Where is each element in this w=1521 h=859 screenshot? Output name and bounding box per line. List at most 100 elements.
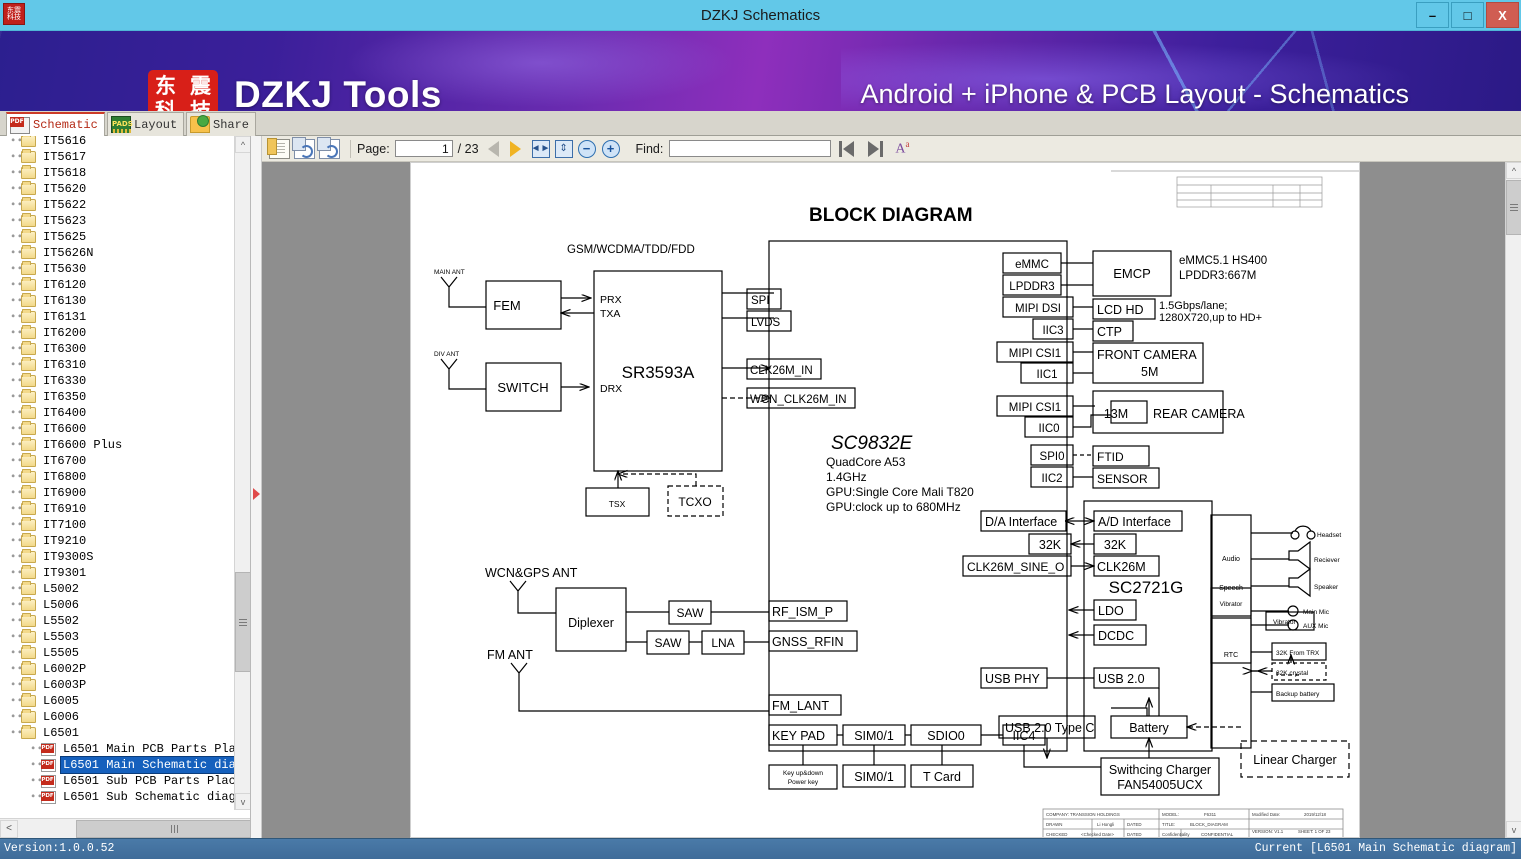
tree-folder-label: L6501 bbox=[43, 726, 80, 740]
tree-folder-it5620[interactable]: ∙∙∙ IT5620 bbox=[0, 181, 235, 197]
match-case-icon[interactable]: Aa bbox=[895, 139, 909, 158]
scroll-left-icon[interactable]: < bbox=[0, 819, 18, 838]
scroll-down-icon[interactable]: v bbox=[235, 793, 250, 810]
tree-folder-label: IT6910 bbox=[43, 502, 87, 516]
tree-folder-it9300s[interactable]: ∙∙∙ IT9300S bbox=[0, 549, 235, 565]
tree-folder-l6006[interactable]: ∙∙∙ L6006 bbox=[0, 709, 235, 725]
tree-folder-it6310[interactable]: ∙∙∙ IT6310 bbox=[0, 357, 235, 373]
next-page-arrow[interactable] bbox=[509, 140, 521, 157]
note-keypad-1: Key up&down bbox=[783, 770, 823, 777]
sidebar-hscroll-track[interactable] bbox=[18, 819, 250, 838]
tree-folder-it6910[interactable]: ∙∙∙ IT6910 bbox=[0, 501, 235, 517]
tree-folder-it5630[interactable]: ∙∙∙ IT5630 bbox=[0, 261, 235, 277]
pin-drx: DRX bbox=[600, 383, 622, 395]
title-block: COMPANY: TRANSSION HOLDINGS DRAWN Li Hon… bbox=[1042, 808, 1344, 837]
mode-tab-schematic[interactable]: Schematic bbox=[6, 112, 105, 136]
zoom-out-button[interactable]: − bbox=[577, 139, 596, 158]
tree-folder-l5503[interactable]: ∙∙∙ L5503 bbox=[0, 629, 235, 645]
tree-folder-it6120[interactable]: ∙∙∙ IT6120 bbox=[0, 277, 235, 293]
tree-file-item[interactable]: ∙∙∙ L6501 Main PCB Parts Placement bbox=[0, 741, 235, 757]
sidebar-horizontal-scrollbar[interactable]: < > bbox=[0, 818, 250, 838]
tree-folder-it5618[interactable]: ∙∙∙ IT5618 bbox=[0, 165, 235, 181]
mode-tab-layout[interactable]: Layout bbox=[107, 112, 185, 136]
tree-folder-l6005[interactable]: ∙∙∙ L6005 bbox=[0, 693, 235, 709]
pdf-scroll-down-icon[interactable]: v bbox=[1506, 821, 1521, 838]
tree-folder-it6200[interactable]: ∙∙∙ IT6200 bbox=[0, 325, 235, 341]
tree-folder-label: IT5623 bbox=[43, 214, 87, 228]
find-input[interactable] bbox=[669, 140, 832, 157]
page-input[interactable] bbox=[394, 140, 453, 157]
tree-folder-it5625[interactable]: ∙∙∙ IT5625 bbox=[0, 229, 235, 245]
tree-connector: ∙∙∙ bbox=[10, 501, 30, 517]
tree-folder-it9301[interactable]: ∙∙∙ IT9301 bbox=[0, 565, 235, 581]
block-emcp: EMCP bbox=[1113, 266, 1151, 281]
tree-folder-it6330[interactable]: ∙∙∙ IT6330 bbox=[0, 373, 235, 389]
file-tree[interactable]: ∙∙∙ IT5616 ∙∙∙ IT5617 ∙∙∙ IT5618 ∙∙∙ IT5620 ∙∙∙ I… bbox=[0, 136, 235, 807]
tree-folder-it6600-plus[interactable]: ∙∙∙ IT6600 Plus bbox=[0, 437, 235, 453]
mode-tab-share[interactable]: Share bbox=[186, 112, 257, 136]
pdf-toolbar: Page: / 23 ◄► ⇕ − + Find: Aa bbox=[262, 136, 1521, 162]
pdf-view-area[interactable]: BLOCK DIAGRAM GSM/WCDMA/TDD/FDD MAIN ANT… bbox=[262, 162, 1521, 838]
extract-page-icon[interactable] bbox=[292, 136, 315, 159]
tree-file-item[interactable]: ∙∙∙ L6501 Sub Schematic diagram bbox=[0, 789, 235, 805]
tree-folder-l5002[interactable]: ∙∙∙ L5002 bbox=[0, 581, 235, 597]
tree-folder-it7100[interactable]: ∙∙∙ IT7100 bbox=[0, 517, 235, 533]
close-button[interactable]: X bbox=[1486, 2, 1519, 28]
pdf-vertical-scrollbar[interactable]: ^ v bbox=[1505, 162, 1521, 838]
tree-folder-it9210[interactable]: ∙∙∙ IT9210 bbox=[0, 533, 235, 549]
tree-folder-label: L5502 bbox=[43, 614, 80, 628]
minimize-button[interactable]: – bbox=[1416, 2, 1449, 28]
tree-folder-l5505[interactable]: ∙∙∙ L5505 bbox=[0, 645, 235, 661]
tree-folder-it6350[interactable]: ∙∙∙ IT6350 bbox=[0, 389, 235, 405]
folder-icon bbox=[21, 309, 36, 323]
tree-folder-l6002p[interactable]: ∙∙∙ L6002P bbox=[0, 661, 235, 677]
tree-folder-l5502[interactable]: ∙∙∙ L5502 bbox=[0, 613, 235, 629]
tree-file-item[interactable]: ∙∙∙ L6501 Sub PCB Parts Placement bbox=[0, 773, 235, 789]
find-previous-icon[interactable] bbox=[839, 140, 857, 157]
tree-folder-it6700[interactable]: ∙∙∙ IT6700 bbox=[0, 453, 235, 469]
tree-folder-label: IT5622 bbox=[43, 198, 87, 212]
pdf-page: BLOCK DIAGRAM GSM/WCDMA/TDD/FDD MAIN ANT… bbox=[410, 162, 1360, 838]
tree-folder-it5622[interactable]: ∙∙∙ IT5622 bbox=[0, 197, 235, 213]
fit-page-icon[interactable]: ⇕ bbox=[554, 139, 573, 158]
tree-folder-it6300[interactable]: ∙∙∙ IT6300 bbox=[0, 341, 235, 357]
tree-folder-l5006[interactable]: ∙∙∙ L5006 bbox=[0, 597, 235, 613]
tree-folder-it6800[interactable]: ∙∙∙ IT6800 bbox=[0, 469, 235, 485]
pdf-scroll-thumb[interactable] bbox=[1506, 180, 1521, 235]
tree-folder-l6501[interactable]: ∙∙∙ L6501 bbox=[0, 725, 235, 741]
maximize-button[interactable]: □ bbox=[1451, 2, 1484, 28]
tree-folder-it5623[interactable]: ∙∙∙ IT5623 bbox=[0, 213, 235, 229]
sidebar-vertical-scrollbar[interactable]: ^ v bbox=[234, 136, 250, 810]
collapse-sidebar-icon[interactable] bbox=[253, 488, 260, 500]
zoom-in-button[interactable]: + bbox=[601, 139, 620, 158]
tree-folder-l6003p[interactable]: ∙∙∙ L6003P bbox=[0, 677, 235, 693]
tree-connector: ∙∙∙ bbox=[30, 757, 50, 773]
pdf-scroll-up-icon[interactable]: ^ bbox=[1506, 162, 1521, 179]
pin-rf-ism-p: RF_ISM_P bbox=[772, 605, 833, 619]
tree-folder-it5626n[interactable]: ∙∙∙ IT5626N bbox=[0, 245, 235, 261]
tree-connector: ∙∙∙ bbox=[10, 405, 30, 421]
tree-folder-it6131[interactable]: ∙∙∙ IT6131 bbox=[0, 309, 235, 325]
scroll-up-icon[interactable]: ^ bbox=[235, 136, 250, 153]
note-emcp-1: eMMC5.1 HS400 bbox=[1179, 255, 1267, 267]
find-next-icon[interactable] bbox=[865, 140, 884, 157]
block-diagram-svg: BLOCK DIAGRAM GSM/WCDMA/TDD/FDD MAIN ANT… bbox=[434, 170, 1359, 837]
sidebar-scroll-thumb[interactable] bbox=[235, 572, 250, 672]
insert-page-icon[interactable] bbox=[317, 136, 340, 159]
copy-page-icon[interactable] bbox=[267, 137, 290, 159]
tree-folder-it6900[interactable]: ∙∙∙ IT6900 bbox=[0, 485, 235, 501]
tree-folder-it5617[interactable]: ∙∙∙ IT5617 bbox=[0, 149, 235, 165]
tree-folder-it6130[interactable]: ∙∙∙ IT6130 bbox=[0, 293, 235, 309]
fit-width-icon[interactable]: ◄► bbox=[531, 139, 550, 158]
tree-connector: ∙∙∙ bbox=[10, 725, 30, 741]
pin-iic0: IIC0 bbox=[1038, 423, 1059, 435]
sidebar-hscroll-thumb[interactable] bbox=[76, 819, 250, 838]
tree-folder-label: IT6310 bbox=[43, 358, 87, 372]
tree-folder-it6400[interactable]: ∙∙∙ IT6400 bbox=[0, 405, 235, 421]
tree-folder-it5616[interactable]: ∙∙∙ IT5616 bbox=[0, 136, 235, 149]
tree-folder-it6600[interactable]: ∙∙∙ IT6600 bbox=[0, 421, 235, 437]
tree-file-item[interactable]: ∙∙∙ L6501 Main Schematic diagram bbox=[0, 756, 235, 774]
prev-page-arrow[interactable] bbox=[487, 140, 499, 157]
tree-connector: ∙∙∙ bbox=[10, 149, 30, 165]
panel-splitter[interactable] bbox=[251, 136, 262, 838]
